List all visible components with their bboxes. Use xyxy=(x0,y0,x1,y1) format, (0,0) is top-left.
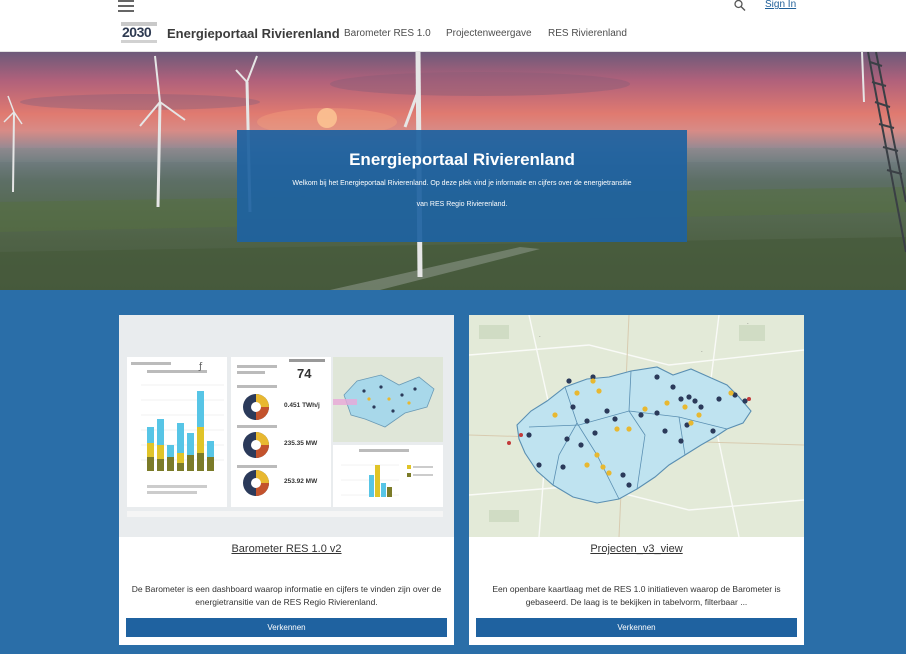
site-logo[interactable]: 2030 xyxy=(121,22,157,44)
hero-intro-box: Energieportaal Rivierenland Welkom bij h… xyxy=(237,130,687,242)
site-header: 2030 Energieportaal Rivierenland Baromet… xyxy=(0,0,906,52)
card-projecten[interactable]: · · · Projecten_v3_view Een openbare kaart… xyxy=(469,315,804,645)
dashboard-kpi-power-1: 235.35 MW xyxy=(284,440,318,447)
dashboard-kpi-count: 74 xyxy=(297,366,312,381)
explore-button-barometer[interactable]: Verkennen xyxy=(126,618,447,637)
card-barometer[interactable]: ƒ 74 0.451 TWh/j 235.35 MW 253.92 MW Bar… xyxy=(119,315,454,645)
site-title[interactable]: Energieportaal Rivierenland xyxy=(167,27,340,41)
logo-number: 2030 xyxy=(122,24,152,40)
hero-title: Energieportaal Rivierenland xyxy=(349,150,575,169)
card-thumbnail-dashboard[interactable]: ƒ 74 0.451 TWh/j 235.35 MW 253.92 MW xyxy=(119,315,454,537)
explore-button-projecten[interactable]: Verkennen xyxy=(476,618,797,637)
hero-description: Welkom bij het Energieportaal Rivierenla… xyxy=(292,180,632,208)
card-title-barometer[interactable]: Barometer RES 1.0 v2 xyxy=(119,542,454,556)
card-title-projecten[interactable]: Projecten_v3_view xyxy=(469,542,804,556)
card-description-projecten: Een openbare kaartlaag met de RES 1.0 in… xyxy=(492,584,781,607)
svg-text:·: · xyxy=(539,334,541,340)
hero-banner: Energieportaal Rivierenland Welkom bij h… xyxy=(0,52,906,290)
nav-projectenweergave[interactable]: Projectenweergave xyxy=(446,29,532,39)
search-icon[interactable] xyxy=(734,0,746,11)
sign-in-link[interactable]: Sign In xyxy=(765,0,796,10)
card-description-barometer: De Barometer is een dashboard waarop inf… xyxy=(131,584,442,607)
nav-barometer[interactable]: Barometer RES 1.0 xyxy=(344,29,431,39)
dashboard-kpi-power-2: 253.92 MW xyxy=(284,478,318,485)
svg-text:·: · xyxy=(747,321,749,327)
nav-res-rivierenland[interactable]: RES Rivierenland xyxy=(548,29,627,39)
menu-icon[interactable] xyxy=(118,0,134,12)
dashboard-kpi-energy: 0.451 TWh/j xyxy=(284,402,320,409)
card-thumbnail-map[interactable]: · · · xyxy=(469,315,804,537)
svg-text:·: · xyxy=(701,349,703,355)
